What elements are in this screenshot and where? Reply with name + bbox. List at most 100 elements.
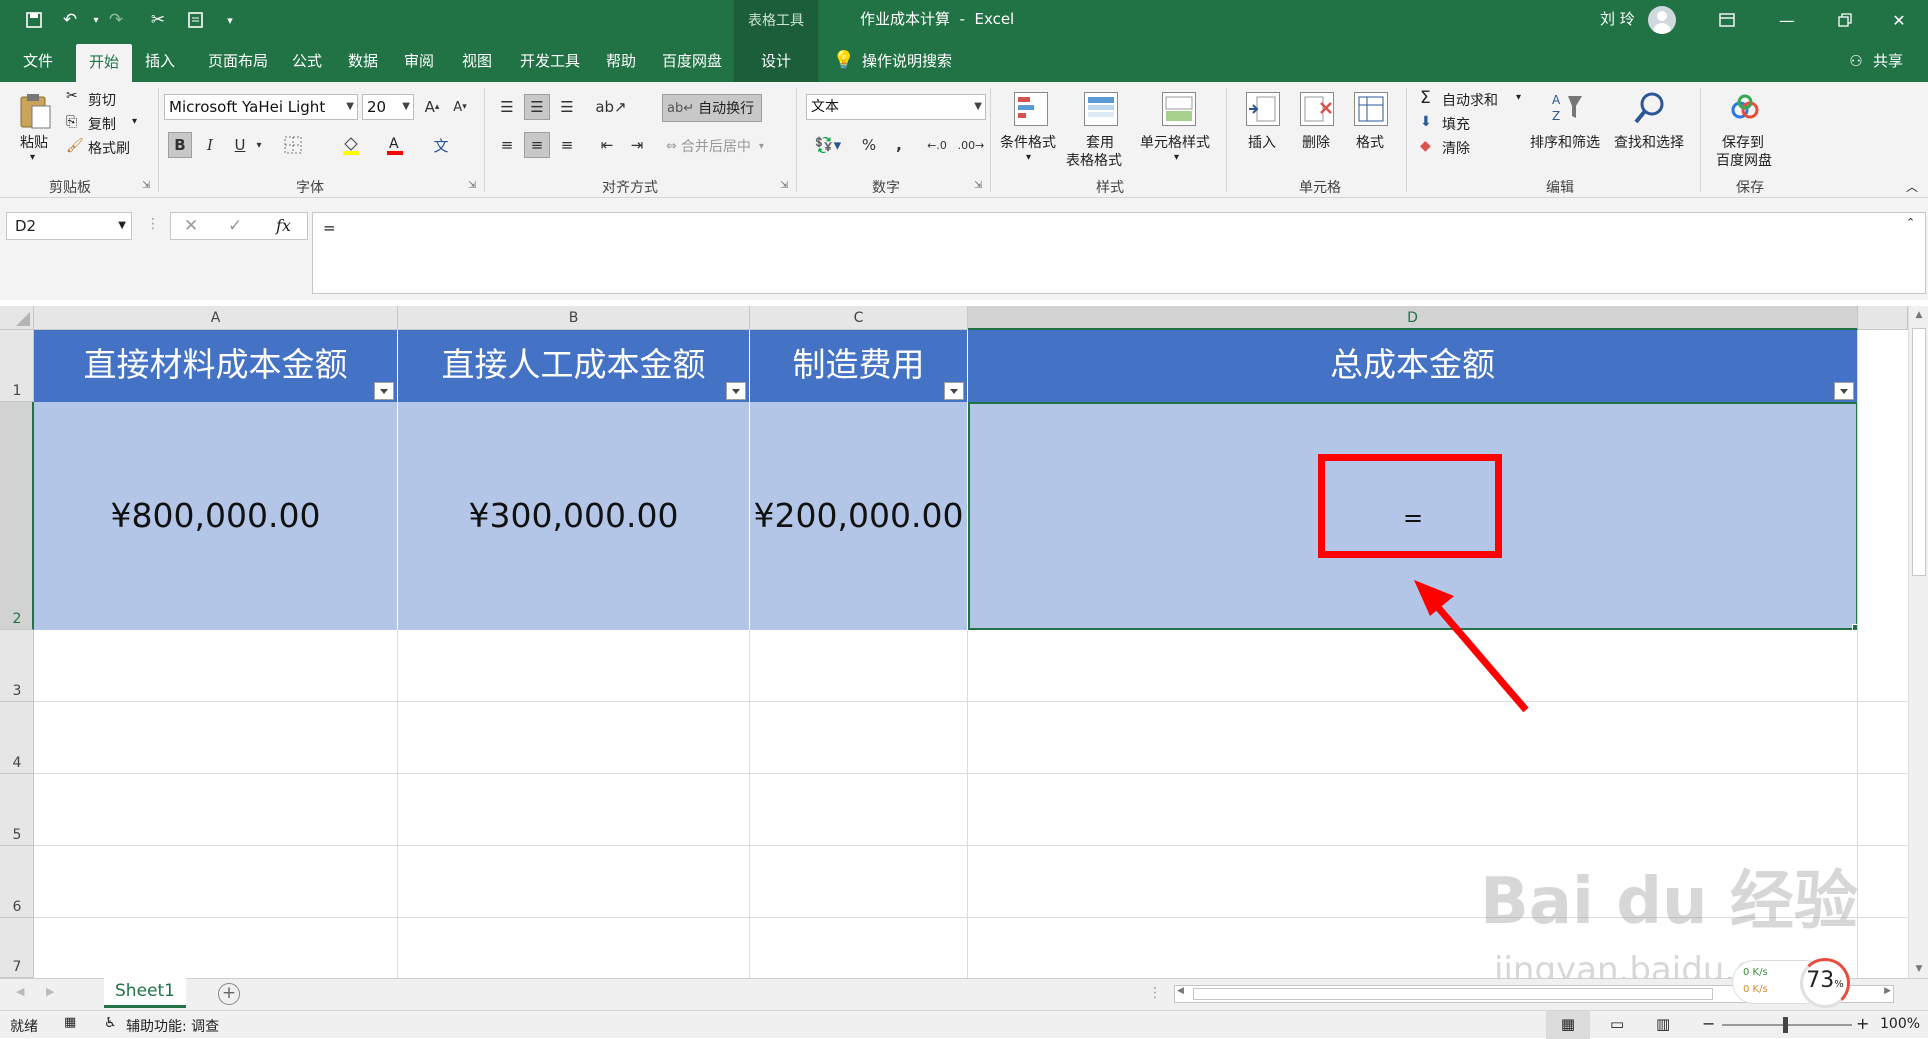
decrease-indent-icon[interactable]: ⇤ — [594, 132, 620, 158]
baidu-disk-label[interactable]: 百度网盘 — [1716, 150, 1772, 170]
chevron-down-icon[interactable]: ▾ — [1026, 152, 1031, 163]
tab-file[interactable]: 文件 — [10, 40, 66, 82]
tab-design[interactable]: 设计 — [734, 40, 818, 82]
align-middle-icon[interactable]: ☰ — [524, 94, 550, 120]
cell-styles-icon[interactable] — [1162, 92, 1196, 126]
cut-small-icon[interactable]: ✂ — [66, 88, 78, 104]
filter-dropdown-icon[interactable] — [944, 382, 964, 400]
filter-dropdown-icon[interactable] — [726, 382, 746, 400]
sort-filter-icon[interactable]: AZ — [1550, 90, 1586, 126]
minimize-icon[interactable]: — — [1764, 0, 1810, 40]
scroll-up-icon[interactable]: ▲ — [1909, 310, 1928, 320]
save-to-button[interactable]: 保存到 — [1722, 132, 1764, 152]
zoom-in-icon[interactable]: + — [1856, 1014, 1869, 1033]
split-handle-icon[interactable]: ⋮ — [1148, 985, 1162, 1001]
enter-icon[interactable]: ✓ — [228, 216, 242, 236]
close-icon[interactable]: ✕ — [1876, 0, 1922, 40]
font-color-icon[interactable]: A — [378, 132, 412, 158]
format-painter-icon[interactable]: 🖌 — [66, 138, 84, 154]
page-break-view-icon[interactable]: ▥ — [1656, 1015, 1670, 1033]
chevron-down-icon[interactable]: ▾ — [1516, 92, 1521, 103]
cut-icon[interactable]: ✂ — [146, 8, 170, 32]
decrease-decimal-icon[interactable]: .00→ — [956, 132, 986, 158]
percent-icon[interactable]: % — [856, 132, 882, 158]
comma-style-icon[interactable]: , — [886, 132, 912, 158]
orientation-icon[interactable]: ab↗ — [594, 94, 628, 120]
tab-formulas[interactable]: 公式 — [282, 40, 332, 82]
column-header-e[interactable] — [1858, 306, 1908, 330]
scroll-down-icon[interactable]: ▼ — [1909, 964, 1928, 974]
table-cell[interactable]: ¥200,000.00 — [750, 402, 968, 630]
cancel-icon[interactable]: ✕ — [184, 216, 198, 236]
find-select-button[interactable]: 查找和选择 — [1614, 132, 1684, 152]
page-layout-view-icon[interactable]: ▭ — [1610, 1015, 1624, 1033]
row-header-1[interactable]: 1 — [0, 330, 34, 402]
zoom-out-icon[interactable]: − — [1702, 1014, 1715, 1033]
number-launcher-icon[interactable]: ⇲ — [974, 180, 982, 191]
number-format-combo[interactable]: 文本 ▼ — [806, 94, 986, 120]
row-header-2[interactable]: 2 — [0, 402, 34, 630]
scroll-right-icon[interactable]: ▶ — [1884, 986, 1891, 996]
tab-view[interactable]: 视图 — [452, 40, 502, 82]
align-right-icon[interactable]: ≡ — [554, 132, 580, 158]
fill-icon[interactable]: ⬇ — [1420, 114, 1432, 130]
row-header-6[interactable]: 6 — [0, 846, 34, 918]
table-header-cell[interactable]: 直接人工成本金额 — [398, 330, 750, 402]
delete-cells-icon[interactable] — [1300, 92, 1334, 126]
row-header-4[interactable]: 4 — [0, 702, 34, 774]
zoom-level[interactable]: 100% — [1880, 1016, 1920, 1032]
accessibility-status[interactable]: 辅助功能: 调查 — [126, 1016, 219, 1036]
copy-button[interactable]: 复制 — [88, 114, 116, 134]
user-name[interactable]: 刘 玲 — [1600, 0, 1635, 40]
filter-dropdown-icon[interactable] — [1834, 382, 1854, 400]
share-icon[interactable]: ⚇ — [1846, 40, 1866, 82]
find-select-icon[interactable] — [1632, 90, 1668, 126]
insert-cells-button[interactable]: 插入 — [1248, 132, 1276, 152]
conditional-format-icon[interactable] — [1014, 92, 1048, 126]
next-sheet-icon[interactable]: ▶ — [46, 985, 54, 998]
filter-dropdown-icon[interactable] — [374, 382, 394, 400]
clear-button[interactable]: 清除 — [1442, 138, 1470, 158]
format-painter-button[interactable]: 格式刷 — [88, 138, 130, 158]
copy-dropdown-icon[interactable]: ▾ — [132, 116, 137, 127]
redo-icon[interactable]: ↷ — [104, 8, 128, 32]
name-box[interactable]: D2 ▼ — [6, 212, 132, 240]
clear-icon[interactable]: ◆ — [1420, 138, 1431, 154]
alignment-launcher-icon[interactable]: ⇲ — [780, 180, 788, 191]
column-header-b[interactable]: B — [398, 306, 750, 330]
copy-icon[interactable]: ⎘ — [66, 114, 77, 130]
normal-view-icon[interactable]: ▦ — [1546, 1011, 1590, 1039]
autosum-icon[interactable]: Σ — [1420, 88, 1431, 108]
align-left-icon[interactable]: ≡ — [494, 132, 520, 158]
column-header-d[interactable]: D — [968, 306, 1858, 330]
column-header-a[interactable]: A — [34, 306, 398, 330]
conditional-format-button[interactable]: 条件格式 — [1000, 132, 1056, 152]
expand-formula-icon[interactable]: ⌃ — [1906, 216, 1915, 229]
baidu-disk-icon[interactable] — [1728, 92, 1762, 126]
share-button[interactable]: 共享 — [1868, 40, 1908, 82]
table-header-cell[interactable]: 直接材料成本金额 — [34, 330, 398, 402]
scroll-thumb[interactable] — [1912, 328, 1926, 576]
row-header-3[interactable]: 3 — [0, 630, 34, 702]
font-name-combo[interactable]: Microsoft YaHei Light ▼ — [164, 94, 358, 120]
grow-font-icon[interactable]: A ▴ — [420, 94, 444, 120]
autosum-button[interactable]: 自动求和 — [1442, 90, 1498, 110]
shrink-font-icon[interactable]: A ▾ — [448, 94, 472, 120]
increase-decimal-icon[interactable]: ←.0 — [922, 132, 952, 158]
customize-qat-icon[interactable]: ▾ — [218, 8, 242, 32]
table-cell[interactable]: ¥300,000.00 — [398, 402, 750, 630]
format-cells-icon[interactable] — [1354, 92, 1388, 126]
borders-icon[interactable] — [276, 132, 310, 158]
wrap-text-button[interactable]: ab↵ 自动换行 — [662, 94, 762, 122]
increase-indent-icon[interactable]: ⇥ — [624, 132, 650, 158]
select-all-button[interactable] — [0, 306, 34, 330]
table-header-cell[interactable]: 制造费用 — [750, 330, 968, 402]
chevron-down-icon[interactable]: ▾ — [1174, 152, 1179, 163]
underline-button[interactable]: U — [228, 132, 252, 158]
tab-data[interactable]: 数据 — [338, 40, 388, 82]
format-as-table-icon[interactable] — [1084, 92, 1118, 126]
table-cell[interactable]: ¥800,000.00 — [34, 402, 398, 630]
bold-button[interactable]: B — [168, 132, 192, 158]
avatar[interactable] — [1648, 6, 1676, 34]
paste-button[interactable]: 粘贴 — [20, 132, 48, 152]
